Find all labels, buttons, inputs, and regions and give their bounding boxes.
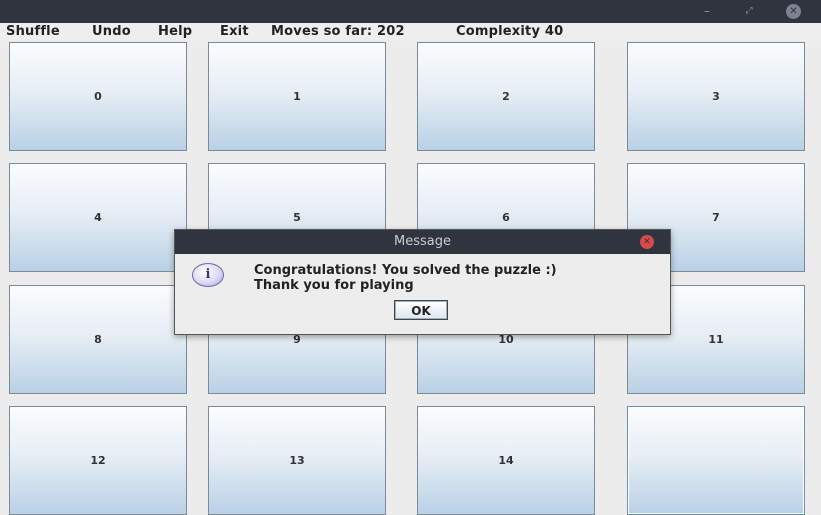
tile-14[interactable]: 14 xyxy=(417,406,595,515)
complexity-label: Complexity 40 xyxy=(456,24,564,39)
dialog-title: Message xyxy=(175,230,670,254)
minimize-icon[interactable]: – xyxy=(700,2,714,20)
tile-12[interactable]: 12 xyxy=(9,406,187,515)
tile-empty[interactable] xyxy=(627,406,805,515)
menu-help[interactable]: Help xyxy=(158,23,192,41)
tile-3[interactable]: 3 xyxy=(627,42,805,151)
tile-2[interactable]: 2 xyxy=(417,42,595,151)
dialog-close-icon[interactable]: ✕ xyxy=(640,235,654,249)
menu-exit[interactable]: Exit xyxy=(220,23,249,41)
ok-button[interactable]: OK xyxy=(394,300,448,320)
dialog-message-line2: Thank you for playing xyxy=(254,278,414,293)
maximize-icon[interactable]: ⤢ xyxy=(742,2,756,20)
tile-0[interactable]: 0 xyxy=(9,42,187,151)
menu-shuffle[interactable]: Shuffle xyxy=(6,23,60,41)
tile-8[interactable]: 8 xyxy=(9,285,187,394)
tile-4[interactable]: 4 xyxy=(9,163,187,272)
close-icon[interactable]: ✕ xyxy=(786,4,801,19)
menu-bar: Shuffle Undo Help Exit Moves so far: 202… xyxy=(0,23,821,41)
dialog-message-line1: Congratulations! You solved the puzzle :… xyxy=(254,263,557,278)
menu-undo[interactable]: Undo xyxy=(92,23,131,41)
window-titlebar: – ⤢ ✕ xyxy=(0,0,821,23)
tile-13[interactable]: 13 xyxy=(208,406,386,515)
tile-1[interactable]: 1 xyxy=(208,42,386,151)
moves-counter: Moves so far: 202 xyxy=(271,24,405,39)
message-dialog: Message ✕ i Congratulations! You solved … xyxy=(174,229,671,335)
info-icon: i xyxy=(192,263,224,287)
